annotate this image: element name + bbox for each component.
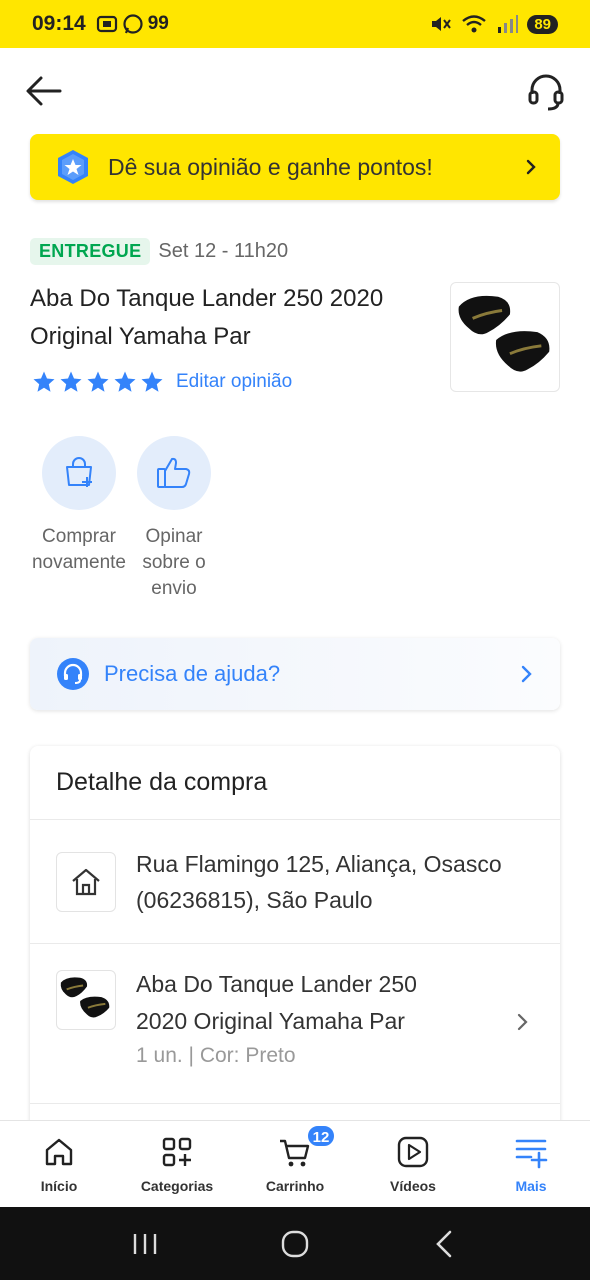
bottom-tab-bar: Início Categorias Carrinho 12 Vídeos Mai… bbox=[0, 1120, 590, 1207]
item-title: Aba Do Tanque Lander 250 2020 Original Y… bbox=[136, 971, 417, 1034]
screenshot-icon bbox=[96, 15, 117, 33]
edit-opinion-link[interactable]: Editar opinião bbox=[176, 371, 292, 393]
item-thumbnail bbox=[56, 970, 116, 1030]
mute-icon bbox=[432, 17, 452, 31]
categories-icon bbox=[162, 1137, 192, 1167]
star-icon bbox=[114, 371, 136, 392]
headset-support-icon[interactable] bbox=[526, 72, 566, 112]
rate-shipping-label-line1: Opinar bbox=[145, 526, 203, 547]
rate-shipping-label-line3: envio bbox=[151, 578, 197, 599]
tab-label: Início bbox=[40, 1178, 78, 1194]
address-icon-box bbox=[56, 852, 116, 912]
star-icon bbox=[60, 371, 82, 392]
star-icon bbox=[33, 371, 55, 392]
address-line-1: Rua Flamingo 125, Aliança, Osasco bbox=[136, 851, 502, 877]
back-arrow-icon[interactable] bbox=[24, 74, 64, 108]
back-nav-icon[interactable] bbox=[430, 1229, 460, 1259]
item-quantity-color: 1 un. | Cor: Preto bbox=[136, 1044, 296, 1067]
help-text: Precisa de ajuda? bbox=[104, 661, 281, 686]
delivery-status-row: ENTREGUE Set 12 - 11h20 bbox=[30, 238, 288, 265]
whatsapp-icon bbox=[123, 14, 143, 34]
rating-row: Editar opinião bbox=[32, 370, 292, 394]
top-nav bbox=[0, 48, 590, 134]
rate-shipping-action[interactable]: Opinar sobre o envio bbox=[114, 436, 234, 602]
status-notification-icons: 99 bbox=[96, 13, 169, 35]
shipping-address: Rua Flamingo 125, Aliança, Osasco (06236… bbox=[136, 846, 536, 918]
video-icon bbox=[397, 1136, 429, 1168]
chevron-right-icon bbox=[517, 1013, 528, 1031]
tab-inicio[interactable]: Início bbox=[0, 1121, 118, 1207]
tab-label: Mais bbox=[515, 1178, 547, 1194]
recent-apps-icon[interactable] bbox=[130, 1231, 160, 1257]
tab-label: Carrinho bbox=[265, 1178, 325, 1194]
tab-videos[interactable]: Vídeos bbox=[354, 1121, 472, 1207]
rate-shipping-label: Opinar sobre o envio bbox=[114, 524, 234, 602]
cart-count-badge: 12 bbox=[306, 1124, 336, 1148]
signal-icon bbox=[498, 15, 519, 33]
delivery-date: Set 12 - 11h20 bbox=[158, 240, 289, 262]
wifi-icon bbox=[462, 15, 487, 33]
opinion-rewards-banner[interactable]: Dê sua opinião e ganhe pontos! bbox=[30, 134, 560, 200]
bag-plus-icon bbox=[66, 457, 92, 487]
help-card[interactable]: Precisa de ajuda? bbox=[30, 638, 560, 710]
menu-plus-icon bbox=[515, 1139, 548, 1169]
purchased-item-row[interactable]: Aba Do Tanque Lander 250 2020 Original Y… bbox=[30, 944, 560, 1104]
star-icon bbox=[87, 371, 109, 392]
star-rating[interactable] bbox=[32, 370, 164, 394]
delivered-badge: ENTREGUE bbox=[30, 238, 151, 265]
star-icon bbox=[141, 371, 163, 392]
battery-indicator: 89 bbox=[527, 14, 558, 34]
chevron-right-icon bbox=[526, 159, 536, 175]
product-image[interactable] bbox=[450, 282, 560, 392]
shipping-address-row: Rua Flamingo 125, Aliança, Osasco (06236… bbox=[30, 820, 560, 944]
tab-label: Categorias bbox=[140, 1178, 214, 1194]
tab-categorias[interactable]: Categorias bbox=[118, 1121, 236, 1207]
home-button-icon[interactable] bbox=[280, 1229, 310, 1259]
chevron-right-icon bbox=[521, 665, 532, 683]
tab-label: Vídeos bbox=[390, 1178, 436, 1194]
product-title: Aba Do Tanque Lander 250 2020 Original Y… bbox=[30, 285, 384, 350]
system-navigation-bar bbox=[0, 1207, 590, 1280]
status-bar: 09:14 99 89 bbox=[0, 0, 590, 48]
status-right-icons: 89 bbox=[429, 13, 558, 35]
status-time: 09:14 bbox=[32, 12, 86, 35]
order-detail-screen: Dê sua opinião e ganhe pontos! ENTREGUE … bbox=[0, 48, 590, 1120]
rate-shipping-label-line2: sobre o bbox=[142, 552, 206, 573]
purchase-detail-card: Detalhe da compra Rua Flamingo 125, Alia… bbox=[30, 746, 560, 1120]
tab-mais[interactable]: Mais bbox=[472, 1121, 590, 1207]
purchase-detail-title: Detalhe da compra bbox=[30, 746, 560, 820]
notification-count: 99 bbox=[147, 13, 169, 34]
buy-again-button[interactable] bbox=[42, 436, 116, 510]
help-headset-icon bbox=[57, 658, 89, 690]
thumbs-up-icon bbox=[157, 457, 191, 488]
points-badge-icon bbox=[58, 150, 88, 184]
opinion-banner-text: Dê sua opinião e ganhe pontos! bbox=[108, 153, 433, 180]
tab-carrinho[interactable]: Carrinho 12 bbox=[236, 1121, 354, 1207]
address-line-2: (06236815), São Paulo bbox=[136, 887, 373, 913]
home-icon bbox=[45, 1138, 73, 1166]
home-icon bbox=[72, 868, 100, 896]
rate-shipping-button[interactable] bbox=[137, 436, 211, 510]
